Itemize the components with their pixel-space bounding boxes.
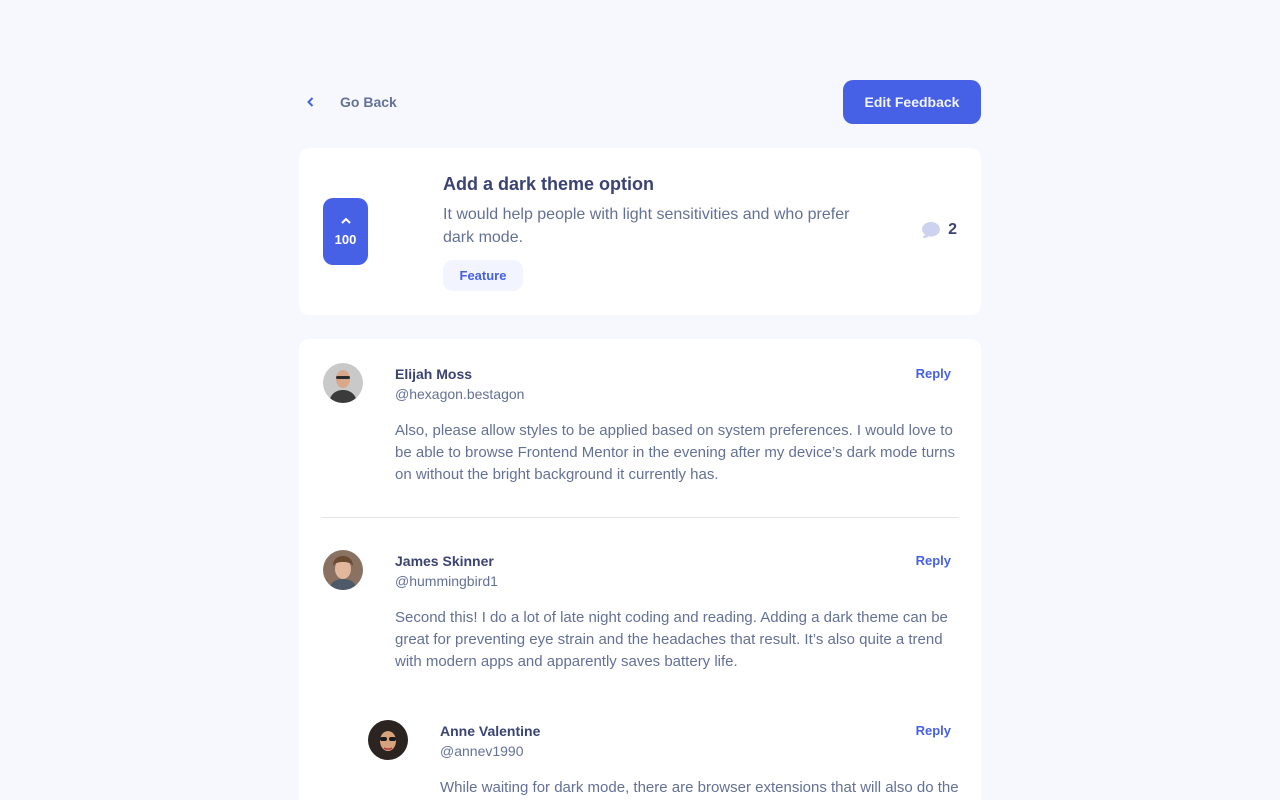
feedback-description: It would help people with light sensitiv… [443,206,850,246]
feedback-title: Add a dark theme option [443,174,655,194]
category-tag[interactable]: Feature [443,260,523,291]
comment-count: 2 [922,221,957,239]
feedback-card: 100 Add a dark theme option It would hel… [299,148,981,315]
avatar [323,363,363,403]
reply-button[interactable]: Reply [916,723,951,738]
reply-item: Anne Valentine @annev1990 Reply While wa… [368,720,959,800]
go-back-label: Go Back [340,94,397,110]
avatar [323,550,363,590]
chevron-up-icon [340,217,351,224]
reply-button[interactable]: Reply [916,366,951,381]
comment-divider [321,517,959,518]
feedback-detail-page: Go Back Edit Feedback 100 Add a dark the… [299,80,981,800]
comment-text: Second this! I do a lot of late night co… [395,609,948,670]
comment-author-username: @hummingbird1 [395,573,498,589]
edit-feedback-button[interactable]: Edit Feedback [843,80,981,124]
comment-author-name: James Skinner [395,553,494,569]
comment-count-value: 2 [948,221,957,238]
comment-author-username: @annev1990 [440,743,524,759]
comment-author-username: @hexagon.bestagon [395,386,525,402]
chevron-left-icon [307,97,314,107]
comment-author-name: Anne Valentine [440,723,541,739]
comment-text: Also, please allow styles to be applied … [395,422,956,483]
comments-section: Elijah Moss @hexagon.bestagon Reply Also… [299,339,981,800]
top-bar: Go Back Edit Feedback [299,80,981,124]
reply-button[interactable]: Reply [916,553,951,568]
speech-bubble-icon [922,222,941,238]
comment-item: James Skinner @hummingbird1 Reply Second… [323,550,957,700]
comment-item: Elijah Moss @hexagon.bestagon Reply Also… [323,363,957,513]
upvote-count: 100 [334,231,357,247]
comment-text: While waiting for dark mode, there are b… [440,779,959,796]
upvote-button[interactable]: 100 [323,198,368,265]
comment-author-name: Elijah Moss [395,366,473,382]
go-back-link[interactable]: Go Back [299,80,397,124]
avatar [368,720,408,760]
